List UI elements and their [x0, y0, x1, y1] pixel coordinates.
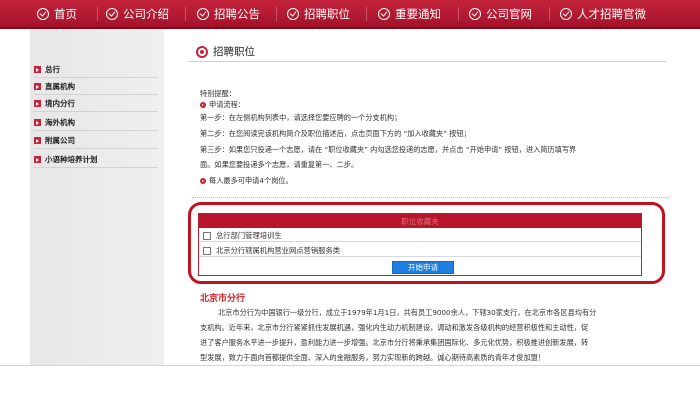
nav-separator: [97, 7, 98, 21]
checkbox[interactable]: [203, 246, 211, 255]
divider: [34, 94, 158, 95]
sidebar-item-direct-institutions[interactable]: 直属机构: [34, 80, 75, 93]
nav-important-notice[interactable]: 重要通知: [378, 0, 441, 27]
page-title: 招聘职位: [196, 44, 255, 59]
nav-separator: [185, 7, 186, 21]
branch-description-line: 北京市分行为中国银行一级分行，成立于1979年1月1日，共有员工9000余人，下…: [218, 308, 597, 317]
checkbox[interactable]: [203, 231, 211, 240]
bullet-arrow-icon: [34, 137, 41, 144]
branch-description-line: 进了客户服务水平进一步提升，盈利能力进一步增强。北京市分行将秉承集团国际化、多元…: [200, 338, 589, 347]
sidebar-item-domestic-branches[interactable]: 境内分行: [34, 97, 75, 110]
nav-separator: [276, 7, 277, 21]
sidebar-item-subsidiaries[interactable]: 附属公司: [34, 134, 75, 147]
step-3-continued: 面。如果您要投递多个志愿，请重复第一、二步。: [200, 160, 359, 169]
bullet-arrow-icon: [34, 119, 41, 126]
bullet-arrow-icon: [34, 156, 41, 163]
branch-title: 北京市分行: [200, 294, 246, 304]
step-2: 第二步：在您阅读完该机构简介及职位描述后，点击页面下方的 “加入收藏夹” 按钮；: [200, 129, 471, 138]
divider: [34, 130, 158, 131]
check-circle-icon: [287, 7, 299, 20]
step-3: 第三步：如果您只投递一个志愿，请在 “职位收藏夹” 内勾选您投递的志愿，并点击 …: [200, 145, 577, 154]
nav-company-intro[interactable]: 公司介绍: [106, 0, 169, 27]
nav-home[interactable]: 首页: [37, 0, 77, 27]
step-1: 第一步：在左侧机构列表中，请选择您要应聘的一个分支机构；: [200, 113, 402, 122]
branch-description-line: 型发展，致力于面向首都提供全面、深入的金融服务，努力实现新的跨越。诚心期待高素质…: [200, 353, 546, 362]
check-circle-icon: [37, 7, 49, 20]
check-circle-icon: [197, 7, 209, 20]
process-label: 申请流程：: [200, 100, 245, 110]
limit-note: 每人最多可申请4个岗位。: [200, 176, 293, 186]
arrow-bullet-icon: [200, 102, 206, 108]
dotted-divider: [192, 197, 668, 198]
favorite-row[interactable]: 北京分行辖属机构营业网点营销服务类: [199, 245, 641, 257]
sidebar-item-minor-language-program[interactable]: 小语种培养计划: [34, 153, 98, 166]
bullet-arrow-icon: [34, 100, 41, 107]
divider: [34, 148, 158, 149]
favorite-row[interactable]: 总行部门管理培训生: [199, 230, 641, 242]
nav-separator: [549, 7, 550, 21]
sidebar-item-overseas-institutions[interactable]: 海外机构: [34, 116, 75, 129]
nav-separator: [366, 7, 367, 21]
title-divider: [188, 61, 666, 62]
favorites-panel: 职位收藏夹 总行部门管理培训生 北京分行辖属机构营业网点营销服务类 开始申请: [198, 213, 642, 276]
check-circle-icon: [560, 7, 572, 20]
check-circle-icon: [106, 7, 118, 20]
nav-official-site[interactable]: 公司官网: [469, 0, 532, 27]
top-nav: 首页 公司介绍 招聘公告 招聘职位 重要通知 公司官网 人才招聘官微: [0, 0, 700, 29]
bank-logo-icon: [196, 45, 208, 58]
branch-description-line: 支机构。近年来，北京市分行紧紧抓住发展机遇，强化内生动力机制建设，调动和激发各级…: [200, 323, 589, 332]
bullet-arrow-icon: [34, 83, 41, 90]
check-circle-icon: [378, 7, 390, 20]
arrow-bullet-icon: [200, 178, 206, 184]
notice-label: 特别提醒：: [200, 89, 236, 98]
footer-divider: [0, 365, 700, 366]
sidebar-item-head-office[interactable]: 总行: [34, 63, 60, 76]
nav-job-positions[interactable]: 招聘职位: [287, 0, 350, 27]
nav-recruit-notice[interactable]: 招聘公告: [197, 0, 260, 27]
favorites-header: 职位收藏夹: [199, 214, 641, 228]
check-circle-icon: [469, 7, 481, 20]
divider: [34, 111, 158, 112]
start-application-button[interactable]: 开始申请: [392, 261, 454, 274]
divider: [34, 167, 158, 168]
sidebar: 总行 直属机构 境内分行 海外机构 附属公司 小语种培养计划: [30, 29, 164, 365]
divider: [34, 77, 158, 78]
nav-separator: [458, 7, 459, 21]
nav-recruit-weibo[interactable]: 人才招聘官微: [560, 0, 646, 27]
bullet-arrow-icon: [34, 66, 41, 73]
